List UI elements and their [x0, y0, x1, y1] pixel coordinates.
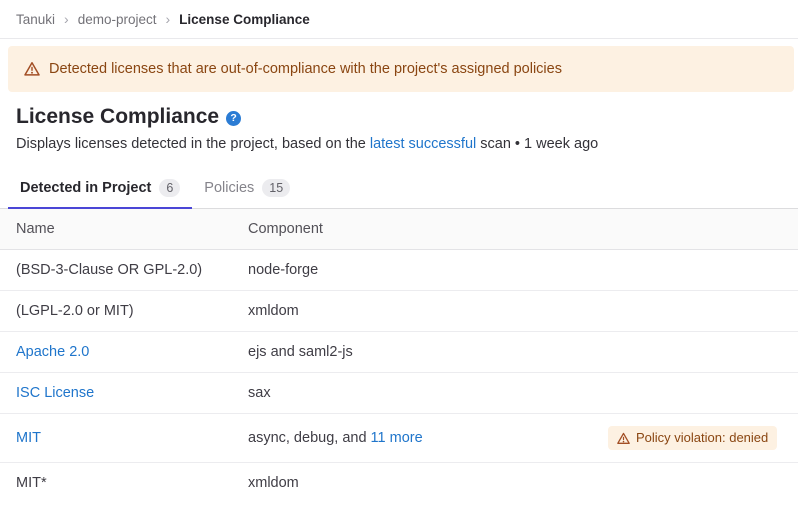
license-name: MIT*	[0, 463, 232, 514]
table-row: MIT async, debug, and 11 more Policy vio…	[0, 414, 798, 463]
warning-alert-message: Detected licenses that are out-of-compli…	[49, 61, 562, 77]
license-name-link[interactable]: ISC License	[16, 385, 94, 401]
license-name-link[interactable]: Apache 2.0	[16, 344, 89, 360]
breadcrumb-project[interactable]: demo-project	[78, 12, 157, 27]
breadcrumb-current-page: License Compliance	[179, 12, 310, 27]
table-row: Apache 2.0 ejs and saml2-js	[0, 332, 798, 373]
column-header-name: Name	[0, 209, 232, 250]
component-cell: sax	[232, 373, 592, 414]
component-text: async, debug, and	[248, 430, 371, 446]
license-table: Name Component (BSD-3-Clause OR GPL-2.0)…	[0, 209, 798, 513]
license-name: (BSD-3-Clause OR GPL-2.0)	[0, 250, 232, 291]
page-description: Displays licenses detected in the projec…	[16, 134, 782, 154]
component-cell: xmldom	[232, 463, 592, 514]
breadcrumb: Tanuki › demo-project › License Complian…	[0, 0, 798, 39]
status-cell	[592, 463, 798, 514]
status-cell	[592, 373, 798, 414]
column-header-empty	[592, 209, 798, 250]
chevron-right-icon: ›	[64, 12, 69, 26]
policy-violation-label: Policy violation: denied	[636, 430, 768, 446]
tab-policies-count-badge: 15	[262, 179, 290, 197]
page-title-text: License Compliance	[16, 104, 219, 130]
breadcrumb-group[interactable]: Tanuki	[16, 12, 55, 27]
policy-violation-badge: Policy violation: denied	[608, 426, 777, 450]
license-table-body: (BSD-3-Clause OR GPL-2.0) node-forge (LG…	[0, 250, 798, 514]
license-name: (LGPL-2.0 or MIT)	[0, 291, 232, 332]
more-components-link[interactable]: 11 more	[371, 430, 423, 446]
help-icon[interactable]: ?	[226, 111, 241, 126]
license-name-link[interactable]: MIT	[16, 430, 41, 446]
warning-triangle-icon	[617, 432, 630, 445]
status-cell	[592, 250, 798, 291]
table-row: MIT* xmldom	[0, 463, 798, 514]
description-prefix: Displays licenses detected in the projec…	[16, 136, 370, 152]
warning-triangle-icon	[24, 61, 40, 77]
warning-alert: Detected licenses that are out-of-compli…	[8, 46, 794, 92]
tab-detected-label: Detected in Project	[20, 180, 151, 196]
component-cell: node-forge	[232, 250, 592, 291]
page-header: License Compliance ? Displays licenses d…	[0, 92, 798, 154]
table-row: ISC License sax	[0, 373, 798, 414]
tab-policies-label: Policies	[204, 180, 254, 196]
status-cell: Policy violation: denied	[592, 414, 798, 463]
component-cell: async, debug, and 11 more	[232, 414, 592, 463]
status-cell	[592, 291, 798, 332]
table-row: (LGPL-2.0 or MIT) xmldom	[0, 291, 798, 332]
table-row: (BSD-3-Clause OR GPL-2.0) node-forge	[0, 250, 798, 291]
component-cell: xmldom	[232, 291, 592, 332]
table-header-row: Name Component	[0, 209, 798, 250]
component-cell: ejs and saml2-js	[232, 332, 592, 373]
tab-bar: Detected in Project 6 Policies 15	[0, 170, 798, 209]
chevron-right-icon: ›	[166, 12, 171, 26]
description-suffix: scan • 1 week ago	[476, 136, 598, 152]
status-cell	[592, 332, 798, 373]
page-title: License Compliance ?	[16, 104, 782, 130]
tab-detected-count-badge: 6	[159, 179, 180, 197]
column-header-component: Component	[232, 209, 592, 250]
tab-detected-in-project[interactable]: Detected in Project 6	[8, 170, 192, 208]
tab-policies[interactable]: Policies 15	[192, 170, 302, 208]
latest-successful-scan-link[interactable]: latest successful	[370, 136, 476, 152]
